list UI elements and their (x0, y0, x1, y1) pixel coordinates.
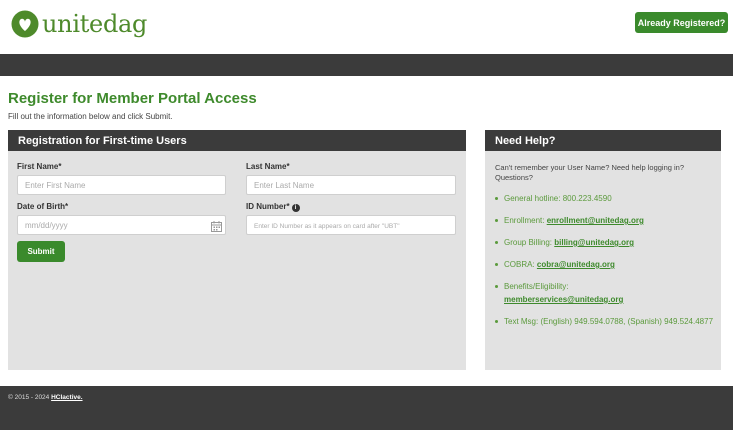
help-item-text: Benefits/Eligibility: (504, 282, 569, 291)
id-number-label: ID Number* i (246, 202, 300, 212)
hcactive-link[interactable]: HCIactive. (51, 394, 82, 401)
help-item-cobra: COBRA: cobra@unitedag.org (495, 258, 717, 271)
calendar-icon[interactable] (211, 221, 222, 232)
id-number-label-text: ID Number* (246, 202, 290, 211)
last-name-label: Last Name* (246, 162, 290, 171)
id-number-input[interactable] (246, 215, 456, 235)
help-item-text: Text Msg: (English) 949.594.0788, (Spani… (504, 317, 714, 326)
help-panel: Need Help? Can't remember your User Name… (485, 130, 721, 370)
logo[interactable]: unitedag (10, 8, 147, 40)
site-footer: © 2015 - 2024 HCIactive. (0, 386, 733, 430)
help-item-benefits: Benefits/Eligibility: memberservices@uni… (495, 280, 717, 306)
info-icon[interactable]: i (291, 204, 300, 212)
help-heading: Need Help? (485, 130, 721, 151)
help-item-enrollment: Enrollment: enrollment@unitedag.org (495, 214, 717, 227)
logo-text: unitedag (42, 10, 148, 38)
help-list: General hotline: 800.223.4590 Enrollment… (495, 192, 717, 337)
help-item-text: Group Billing: (504, 238, 555, 247)
help-item-hotline: General hotline: 800.223.4590 (495, 192, 717, 205)
help-item-text-msg: Text Msg: (English) 949.594.0788, (Spani… (495, 315, 717, 328)
page-title: Register for Member Portal Access (8, 90, 257, 107)
dob-label: Date of Birth* (17, 202, 69, 211)
nav-bar (0, 54, 733, 76)
submit-button[interactable]: Submit (17, 241, 65, 262)
help-item-text: Enrollment: (504, 216, 547, 225)
billing-email-link[interactable]: billing@unitedag.org (554, 238, 634, 247)
enrollment-email-link[interactable]: enrollment@unitedag.org (547, 216, 644, 225)
cobra-email-link[interactable]: cobra@unitedag.org (537, 260, 615, 269)
memberservices-email-link[interactable]: memberservices@unitedag.org (504, 295, 623, 304)
first-name-label: First Name* (17, 162, 62, 171)
already-registered-button[interactable]: Already Registered? (635, 12, 728, 33)
dob-input[interactable] (17, 215, 226, 235)
help-intro: Can't remember your User Name? Need help… (495, 163, 685, 182)
first-name-input[interactable] (17, 175, 226, 195)
help-item-text: General hotline: 800.223.4590 (504, 194, 612, 203)
help-item-billing: Group Billing: billing@unitedag.org (495, 236, 717, 249)
help-item-text: COBRA: (504, 260, 537, 269)
registration-panel: Registration for First-time Users First … (8, 130, 466, 370)
leaf-heart-icon (11, 10, 39, 38)
page-subtitle: Fill out the information below and click… (8, 112, 173, 121)
site-header: unitedag Already Registered? (0, 0, 733, 50)
last-name-input[interactable] (246, 175, 456, 195)
footer-copyright: © 2015 - 2024 HCIactive. (8, 394, 83, 401)
copyright-text: © 2015 - 2024 (8, 394, 52, 401)
registration-heading: Registration for First-time Users (8, 130, 466, 151)
